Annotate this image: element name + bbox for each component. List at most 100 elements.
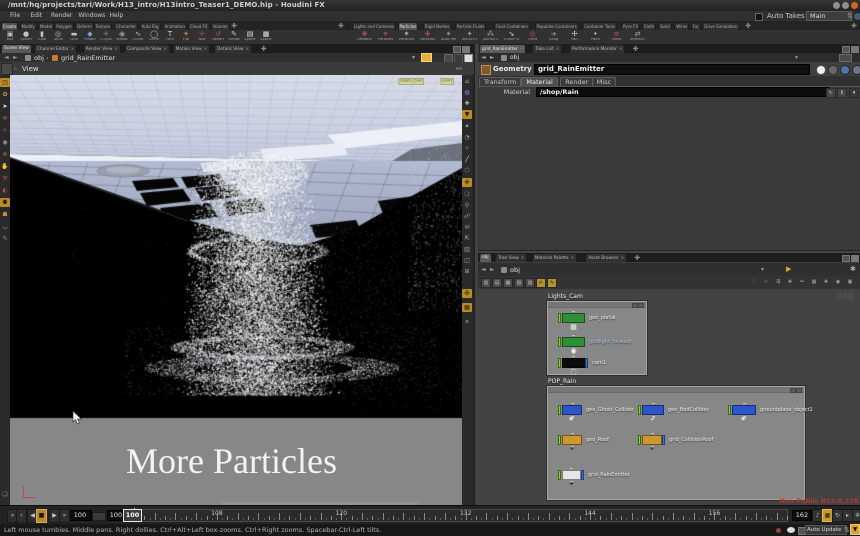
display-option-icon-6[interactable]: ✧	[462, 144, 472, 153]
viewport-tool-icon-3[interactable]: ✥	[0, 114, 10, 123]
network-canvas[interactable]: obj Lights_Cam▦geo_portal◉gridlight_forw…	[478, 289, 860, 505]
shelf-tool-curve-force-7[interactable]: ➘Curve Force	[501, 30, 522, 44]
pane-split-icon[interactable]	[462, 46, 470, 53]
network-tool-icon-0[interactable]: ⋮	[750, 278, 758, 286]
shelf-tool-force-12[interactable]: ≡Force	[606, 30, 627, 44]
shelf-tab-lights-and-cameras[interactable]: Lights and Cameras	[352, 22, 396, 30]
status-memory-icon[interactable]	[787, 527, 795, 533]
param-tab-misc[interactable]: Misc	[592, 77, 616, 86]
display-option-icon-18[interactable]: ✠	[462, 289, 472, 298]
network-display-icon-4[interactable]: ▨	[525, 278, 535, 288]
tab-close-icon[interactable]: ✕	[571, 255, 574, 260]
node-select-flag[interactable]	[558, 337, 561, 347]
shelf-tool-particles-fr--1[interactable]: ✶Particles fr...	[375, 30, 396, 44]
node-display-flag[interactable]	[585, 358, 588, 368]
pane-tab-performance-monitor[interactable]: Performance Monitor✕	[570, 45, 624, 53]
shelf-tab-volume[interactable]: Volume	[211, 22, 230, 30]
status-cook-icon[interactable]: ▼	[850, 524, 860, 535]
viewport-tool-icon-8[interactable]: ⚒	[0, 174, 10, 183]
pane-tab-render-view[interactable]: Render View✕	[84, 45, 120, 53]
display-option-icon-9[interactable]: ✜	[462, 178, 472, 187]
nav-forward-icon[interactable]: ►	[13, 54, 18, 61]
shelf-tool-drag-9[interactable]: ➔Drag	[543, 30, 564, 44]
network-tool-icon-2[interactable]: ⇶	[774, 278, 782, 286]
pane-tab-channel-editor[interactable]: Channel Editor✕	[35, 45, 76, 53]
shelf-tab-fluid-containers[interactable]: Fluid Containers	[494, 22, 531, 30]
add-shelf-tab-right-icon[interactable]: ✚	[745, 22, 751, 30]
param-pane-dropdown-icon[interactable]: ▾	[795, 54, 798, 61]
help-icon[interactable]	[852, 65, 860, 75]
shelf-tab-animation[interactable]: Animation	[163, 22, 187, 30]
node-input-stub[interactable]	[572, 356, 575, 358]
network-tool-icon-7[interactable]: ◉	[834, 278, 842, 286]
tab-close-icon[interactable]: ✕	[556, 46, 559, 51]
path-root-icon[interactable]	[25, 55, 31, 61]
info-icon[interactable]	[840, 65, 850, 75]
menu-windows[interactable]: Windows	[77, 12, 108, 19]
network-display-icon-5[interactable]: ✍	[536, 278, 546, 288]
tab-close-icon[interactable]: ✕	[114, 46, 117, 51]
shelf-tool-grid[interactable]: ▬Grid	[66, 30, 82, 44]
path-root[interactable]: obj	[34, 54, 44, 62]
node-select-flag[interactable]	[728, 405, 731, 415]
node-select-flag[interactable]	[638, 405, 641, 415]
camera-label-2[interactable]: cam1	[440, 78, 454, 85]
node-select-flag[interactable]	[558, 470, 561, 480]
shelf-tool-revert[interactable]: ↺Revert	[210, 30, 226, 44]
shelf-tool-particles-fr--3[interactable]: ❉Particles fr...	[417, 30, 438, 44]
add-pane-tab-icon[interactable]: ✚	[634, 254, 640, 262]
node-display-flag[interactable]	[581, 470, 584, 480]
node-select-flag[interactable]	[558, 313, 561, 323]
takes-globe-icon[interactable]	[853, 12, 860, 21]
shelf-tool-platonic[interactable]: ◆Platonic	[82, 30, 98, 44]
status-error-icon[interactable]	[776, 528, 781, 533]
node-input-stub[interactable]	[651, 433, 654, 435]
viewport-layout-icon[interactable]	[1, 63, 13, 75]
node-input-stub[interactable]	[743, 403, 746, 405]
node-body[interactable]: ✦	[642, 435, 662, 445]
network-display-icon-1[interactable]: ▤	[492, 278, 502, 288]
menu-edit[interactable]: Edit	[29, 12, 45, 19]
viewport-tool-icon-4[interactable]: ✛	[0, 126, 10, 135]
pane-maximize-icon[interactable]	[842, 255, 850, 262]
node-input-stub[interactable]	[570, 468, 573, 470]
minimize-button[interactable]	[833, 2, 840, 9]
pane-tab-scene-view[interactable]: Scene View	[2, 45, 31, 53]
network-box-lights_cam[interactable]: ▦geo_portal◉gridlight_forward▢cam1	[547, 301, 647, 375]
tab-close-icon[interactable]: ✕	[245, 46, 248, 51]
node-input-stub[interactable]	[572, 335, 575, 337]
param-menu-icon[interactable]: ▾	[849, 88, 859, 98]
net-nav-back-icon[interactable]: ◄	[481, 266, 486, 273]
display-option-icon-3[interactable]: ▼	[462, 110, 472, 119]
param-tab-transform[interactable]: Transform	[479, 77, 521, 86]
update-mode-selector[interactable]: Auto Update	[805, 525, 847, 535]
display-option-icon-12[interactable]: ☍	[462, 212, 472, 221]
pane-tab-obj[interactable]: obj	[480, 254, 491, 262]
shelf-tool-circle[interactable]: ◯Circle	[146, 30, 162, 44]
nav-back-icon[interactable]: ◄	[4, 54, 9, 61]
shelf-tab-create[interactable]: Create	[1, 22, 18, 30]
shelf-tool-box[interactable]: ▣Box	[2, 30, 18, 44]
close-button[interactable]	[851, 2, 858, 9]
node-output-stub[interactable]	[652, 416, 655, 418]
display-option-icon-4[interactable]: ✶	[462, 122, 472, 131]
node-body[interactable]: ✔	[642, 405, 664, 415]
viewport-tool-icon-11[interactable]: ☗	[0, 210, 10, 219]
pane-tab-grid-rainemitter[interactable]: grid_RainEmitter✕	[480, 45, 525, 53]
shelf-tool-fireworks-0[interactable]: ❋Fireworks	[354, 30, 375, 44]
node-name-field[interactable]: grid_RainEmitter	[534, 64, 810, 75]
net-gear-icon[interactable]: ✱	[850, 265, 856, 273]
shelf-tool-spaceship[interactable]: ▦Spaceship	[258, 30, 274, 44]
node-body[interactable]: ▢	[562, 358, 585, 368]
node-body[interactable]: ☛	[562, 405, 582, 415]
add-shelf-tab-icon[interactable]: ✚	[231, 22, 237, 30]
transport-step-back-button[interactable]: ‹	[16, 509, 27, 523]
shelf-tool-orbit-8[interactable]: ◎Orbit	[522, 30, 543, 44]
maximize-button[interactable]	[842, 2, 849, 9]
pane-tab-composite-view[interactable]: Composite View✕	[125, 45, 169, 53]
auto-takes-checkbox[interactable]	[755, 13, 763, 21]
param-nav-back-icon[interactable]: ◄	[481, 54, 486, 61]
update-mode-arrows-icon[interactable]: ⇅	[844, 526, 850, 534]
shelf-tool-null[interactable]: ✛Null	[194, 30, 210, 44]
shelf-tab-cloud-fx[interactable]: Cloud FX	[188, 22, 210, 30]
